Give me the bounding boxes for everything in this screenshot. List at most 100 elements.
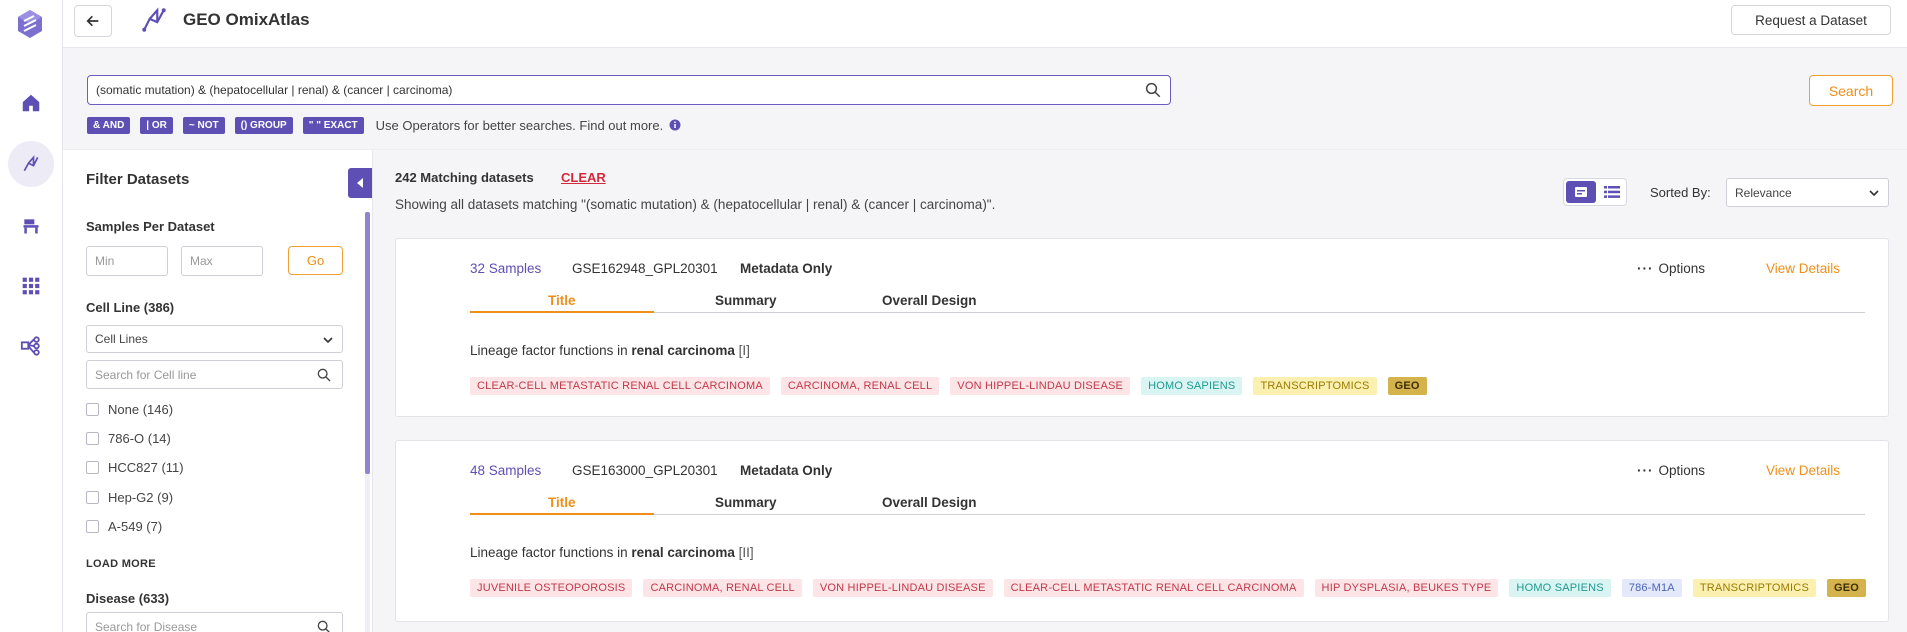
checkbox-label: Hep-G2 (9) <box>108 490 174 505</box>
app-logo-icon[interactable] <box>14 8 46 40</box>
omics-tag[interactable]: TRANSCRIPTOMICS <box>1692 579 1816 597</box>
options-menu[interactable]: ··· Options <box>1637 261 1705 276</box>
cell-line-option-checkbox[interactable]: A-549 (7) <box>86 519 162 534</box>
operator-group-chip[interactable]: () GROUP <box>234 116 293 134</box>
checkbox-icon[interactable] <box>86 491 99 504</box>
species-tag[interactable]: HOMO SAPIENS <box>1509 579 1611 597</box>
disease-tag[interactable]: CLEAR-CELL METASTATIC RENAL CELL CARCINO… <box>1003 579 1304 597</box>
checkbox-icon[interactable] <box>86 461 99 474</box>
filter-scrollbar-thumb[interactable] <box>365 212 370 474</box>
pipelines-icon[interactable] <box>16 331 46 361</box>
sort-select-value: Relevance <box>1735 185 1792 200</box>
cell-line-tag[interactable]: 786-M1A <box>1621 579 1682 597</box>
cell-line-search-input[interactable]: Search for Cell line <box>86 360 343 389</box>
cell-line-select-value: Cell Lines <box>95 332 148 346</box>
load-more-link[interactable]: LOAD MORE <box>86 558 156 570</box>
operator-chips: & AND | OR ~ NOT () GROUP " " EXACT Use … <box>87 116 681 134</box>
cell-line-option-checkbox[interactable]: None (146) <box>86 402 173 417</box>
source-tag[interactable]: GEO <box>1826 579 1867 597</box>
top-bar: GEO OmixAtlas Request a Dataset <box>63 0 1907 48</box>
dataset-card: 32 Samples GSE162948_GPL20301 Metadata O… <box>395 238 1889 417</box>
search-button[interactable]: Search <box>1809 75 1893 106</box>
checkbox-label: None (146) <box>108 402 174 417</box>
omics-tag[interactable]: TRANSCRIPTOMICS <box>1253 377 1377 395</box>
disease-search-input[interactable]: Search for Disease <box>86 612 343 632</box>
cell-line-option-checkbox[interactable]: Hep-G2 (9) <box>86 490 173 505</box>
species-tag[interactable]: HOMO SAPIENS <box>1141 377 1243 395</box>
metadata-badge: Metadata Only <box>740 463 833 478</box>
operator-or-chip[interactable]: | OR <box>140 116 173 134</box>
chevron-left-icon <box>357 178 363 188</box>
card-tabs: Title Summary Overall Design <box>470 289 1865 313</box>
disease-tag[interactable]: CARCINOMA, RENAL CELL <box>643 579 802 597</box>
filter-panel: Filter Datasets Samples Per Dataset Min … <box>63 150 373 632</box>
back-button[interactable] <box>74 5 112 37</box>
operator-and-chip[interactable]: & AND <box>87 116 131 134</box>
tab-summary[interactable]: Summary <box>715 293 777 308</box>
sorted-by-label: Sorted By: <box>1650 185 1711 200</box>
cell-line-select[interactable]: Cell Lines <box>86 325 343 353</box>
chevron-down-icon <box>1869 190 1879 197</box>
disease-tag[interactable]: VON HIPPEL-LINDAU DISEASE <box>950 377 1131 395</box>
omixatlas-nav-icon[interactable] <box>8 141 54 187</box>
cell-line-search-placeholder: Search for Cell line <box>95 367 197 382</box>
tab-title[interactable]: Title <box>548 495 576 510</box>
disease-label: Disease (633) <box>86 591 170 606</box>
view-details-link[interactable]: View Details <box>1766 463 1840 478</box>
checkbox-label: 786-O (14) <box>108 431 171 446</box>
omixatlas-icon <box>142 7 166 32</box>
page-title: GEO OmixAtlas <box>183 10 310 29</box>
view-details-link[interactable]: View Details <box>1766 261 1840 276</box>
collapse-filter-button[interactable] <box>348 168 372 198</box>
sample-count-link[interactable]: 32 Samples <box>470 261 541 276</box>
operator-not-chip[interactable]: ~ NOT <box>182 116 225 134</box>
go-button[interactable]: Go <box>288 246 343 275</box>
request-dataset-button[interactable]: Request a Dataset <box>1731 5 1891 35</box>
options-menu[interactable]: ··· Options <box>1637 463 1705 478</box>
cell-line-option-checkbox[interactable]: HCC827 (11) <box>86 460 184 475</box>
tab-overall-design[interactable]: Overall Design <box>882 293 977 308</box>
matching-count: 242 Matching datasets <box>395 170 534 185</box>
tab-summary[interactable]: Summary <box>715 495 777 510</box>
desc-prefix: Lineage factor functions in <box>470 545 632 560</box>
desc-ref: [II] <box>734 545 754 560</box>
disease-tag[interactable]: JUVENILE OSTEOPOROSIS <box>470 579 633 597</box>
checkbox-icon[interactable] <box>86 403 99 416</box>
operators-help-text[interactable]: Use Operators for better searches. Find … <box>376 118 664 133</box>
checkbox-icon[interactable] <box>86 520 99 533</box>
dataset-card: 48 Samples GSE163000_GPL20301 Metadata O… <box>395 440 1889 622</box>
search-icon[interactable] <box>1144 81 1162 99</box>
apps-grid-icon[interactable] <box>16 271 46 301</box>
workspace-icon[interactable] <box>16 211 46 241</box>
list-view-button[interactable] <box>1598 181 1626 203</box>
metadata-badge: Metadata Only <box>740 261 833 276</box>
arrow-left-icon <box>86 15 99 27</box>
tag-list: JUVENILE OSTEOPOROSIS CARCINOMA, RENAL C… <box>470 579 1877 597</box>
desc-prefix: Lineage factor functions in <box>470 343 632 358</box>
sample-count-link[interactable]: 48 Samples <box>470 463 541 478</box>
disease-tag[interactable]: VON HIPPEL-LINDAU DISEASE <box>812 579 993 597</box>
search-input[interactable]: (somatic mutation) & (hepatocellular | r… <box>87 75 1171 105</box>
operator-exact-chip[interactable]: " " EXACT <box>302 116 364 134</box>
info-icon[interactable] <box>669 119 681 131</box>
disease-tag[interactable]: HIP DYSPLASIA, BEUKES TYPE <box>1314 579 1499 597</box>
tag-list: CLEAR-CELL METASTATIC RENAL CELL CARCINO… <box>470 377 1438 395</box>
home-icon[interactable] <box>16 88 46 118</box>
tab-title[interactable]: Title <box>548 293 576 308</box>
tab-overall-design[interactable]: Overall Design <box>882 495 977 510</box>
checkbox-icon[interactable] <box>86 432 99 445</box>
source-tag[interactable]: GEO <box>1387 377 1427 395</box>
min-samples-input[interactable]: Min <box>86 246 168 276</box>
max-samples-input[interactable]: Max <box>181 246 263 276</box>
disease-tag[interactable]: CLEAR-CELL METASTATIC RENAL CELL CARCINO… <box>470 377 770 395</box>
search-icon <box>317 368 331 382</box>
cell-line-option-checkbox[interactable]: 786-O (14) <box>86 431 171 446</box>
active-tab-indicator <box>470 311 654 313</box>
disease-tag[interactable]: CARCINOMA, RENAL CELL <box>780 377 940 395</box>
options-label: Options <box>1658 463 1706 478</box>
clear-link[interactable]: CLEAR <box>561 170 606 185</box>
sort-select[interactable]: Relevance <box>1726 178 1889 207</box>
card-view-button[interactable] <box>1566 181 1596 203</box>
desc-highlight: renal carcinoma <box>631 545 735 560</box>
dataset-description: Lineage factor functions in renal carcin… <box>470 545 754 560</box>
